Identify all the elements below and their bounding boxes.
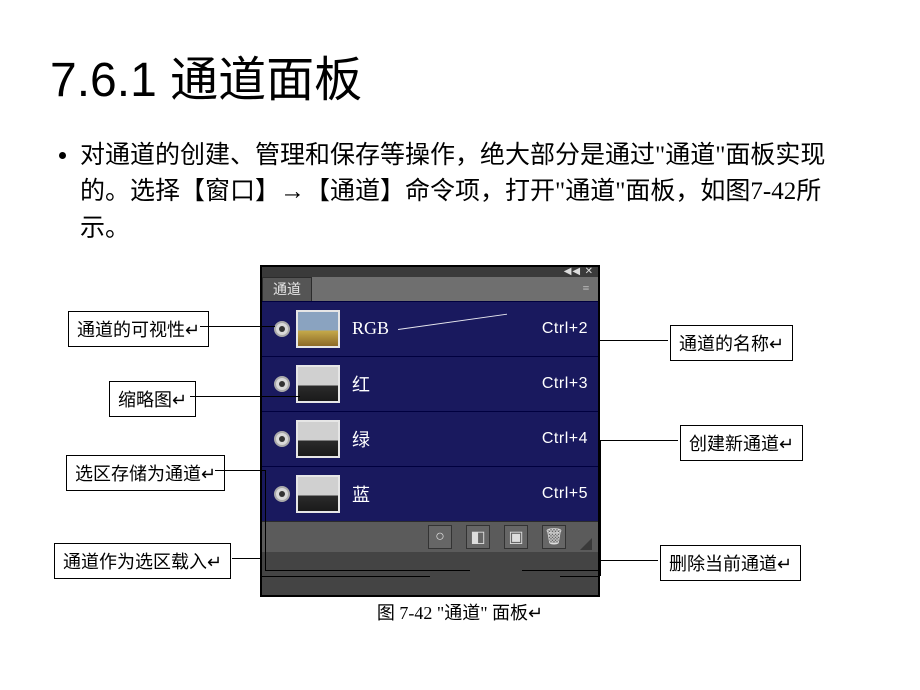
channels-panel: ◀◀ ✕ 通道 ≡ RGB Ctrl+2 红 Ct — [260, 265, 600, 597]
channel-shortcut: Ctrl+2 — [542, 320, 588, 338]
channel-thumbnail[interactable] — [296, 310, 340, 348]
save-selection-button[interactable]: ◧ — [466, 525, 490, 549]
callout-create-new: 创建新通道↵ — [680, 425, 803, 461]
load-selection-button[interactable]: ○ — [428, 525, 452, 549]
channel-thumbnail[interactable] — [296, 365, 340, 403]
callout-visibility: 通道的可视性↵ — [68, 311, 209, 347]
callout-delete-current: 删除当前通道↵ — [660, 545, 801, 581]
resize-grip[interactable] — [580, 538, 592, 550]
channel-row-red[interactable]: 红 Ctrl+3 — [262, 356, 598, 411]
channel-name-label: 红 — [352, 371, 542, 397]
eye-icon[interactable] — [274, 376, 290, 392]
channel-shortcut: Ctrl+4 — [542, 430, 588, 448]
channel-name-label: 蓝 — [352, 481, 542, 507]
channel-row-green[interactable]: 绿 Ctrl+4 — [262, 411, 598, 466]
callout-save-selection: 选区存储为通道↵ — [66, 455, 225, 491]
body-paragraph: 对通道的创建、管理和保存等操作，绝大部分是通过"通道"面板实现的。选择【窗口】→… — [80, 138, 840, 247]
channel-row-blue[interactable]: 蓝 Ctrl+5 — [262, 466, 598, 521]
callout-channel-name: 通道的名称↵ — [670, 325, 793, 361]
channel-row-rgb[interactable]: RGB Ctrl+2 — [262, 301, 598, 356]
eye-icon[interactable] — [274, 431, 290, 447]
figure: ◀◀ ✕ 通道 ≡ RGB Ctrl+2 红 Ct — [60, 265, 860, 635]
panel-menu-icon[interactable]: ≡ — [574, 277, 598, 301]
section-heading: 7.6.1 通道面板 — [50, 40, 870, 110]
figure-caption: 图 7-42 "通道" 面板↵ — [60, 599, 860, 625]
collapse-close-icons[interactable]: ◀◀ ✕ — [564, 266, 594, 277]
callout-load-as-selection: 通道作为选区载入↵ — [54, 543, 231, 579]
channel-shortcut: Ctrl+5 — [542, 485, 588, 503]
eye-icon[interactable] — [274, 321, 290, 337]
channel-thumbnail[interactable] — [296, 420, 340, 458]
channel-shortcut: Ctrl+3 — [542, 375, 588, 393]
channel-thumbnail[interactable] — [296, 475, 340, 513]
callout-thumbnail: 缩略图↵ — [109, 381, 196, 417]
channel-name-label: 绿 — [352, 426, 542, 452]
panel-footer: ○ ◧ ▣ 🗑 — [262, 521, 598, 552]
channel-list: RGB Ctrl+2 红 Ctrl+3 绿 Ctrl+4 — [262, 301, 598, 521]
delete-channel-button[interactable]: 🗑 — [542, 525, 566, 549]
panel-header: 通道 ≡ — [262, 277, 598, 301]
new-channel-button[interactable]: ▣ — [504, 525, 528, 549]
tab-channels[interactable]: 通道 — [262, 277, 312, 301]
eye-icon[interactable] — [274, 486, 290, 502]
panel-drag-bar[interactable]: ◀◀ ✕ — [262, 267, 598, 277]
